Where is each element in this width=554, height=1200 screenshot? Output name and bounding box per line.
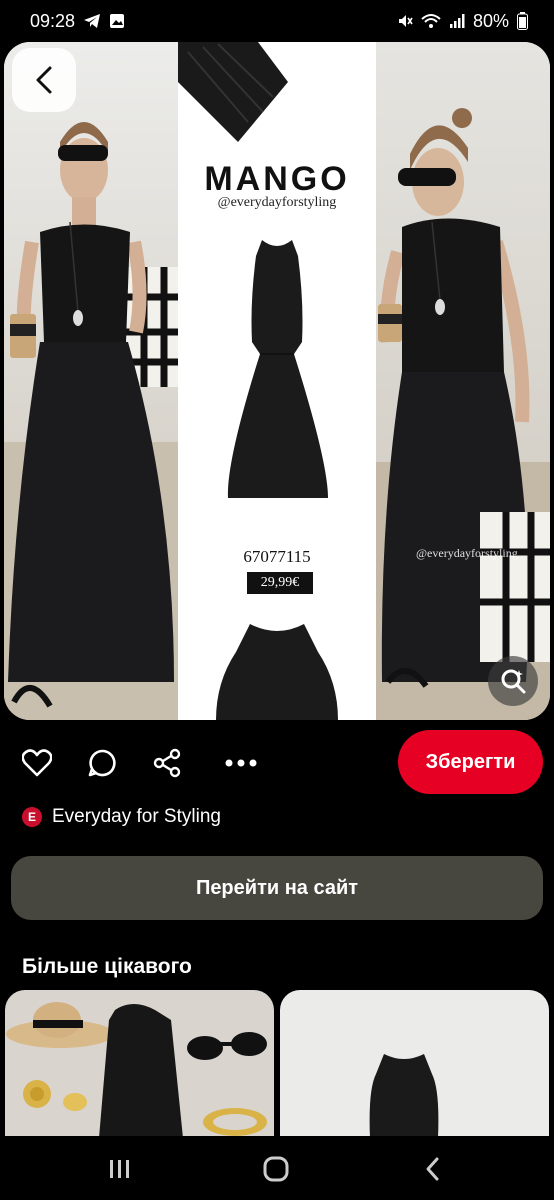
comment-icon[interactable] bbox=[85, 746, 119, 780]
status-right: 80% bbox=[397, 11, 528, 32]
more-icon[interactable] bbox=[224, 746, 258, 780]
creator-name[interactable]: Everyday for Styling bbox=[52, 806, 221, 828]
heart-icon[interactable] bbox=[20, 746, 54, 780]
creator-avatar: E bbox=[22, 807, 42, 827]
related-pin-card[interactable] bbox=[5, 990, 274, 1138]
home-icon[interactable] bbox=[256, 1154, 296, 1184]
telegram-icon bbox=[83, 13, 101, 29]
status-left: 09:28 bbox=[30, 11, 125, 32]
status-bar: 09:28 80% bbox=[0, 0, 554, 42]
battery-icon bbox=[517, 12, 528, 30]
more-section-title: Більше цікавого bbox=[22, 955, 192, 978]
mute-icon bbox=[397, 13, 413, 29]
wifi-icon bbox=[421, 13, 441, 29]
product-code: 67077115 bbox=[243, 547, 311, 566]
pin-watermark: @everydayforstyling bbox=[416, 546, 518, 560]
gallery-icon bbox=[109, 13, 125, 29]
pin-image[interactable]: MANGO @everydayforstyling 67077115 29,99… bbox=[4, 42, 550, 720]
creator-row[interactable]: E Everyday for Styling bbox=[22, 806, 221, 828]
system-nav-bar bbox=[0, 1136, 554, 1200]
photo-left bbox=[4, 42, 178, 720]
visual-search-button[interactable] bbox=[488, 656, 538, 706]
brand-logo: MANGO bbox=[204, 160, 350, 198]
pin-handle: @everydayforstyling bbox=[217, 195, 337, 210]
photo-right bbox=[376, 42, 550, 720]
action-row: Зберегти bbox=[0, 730, 554, 796]
visit-site-button[interactable]: Перейти на сайт bbox=[11, 856, 543, 920]
chevron-left-icon bbox=[36, 66, 52, 94]
price-tag: 29,99€ bbox=[247, 572, 313, 594]
save-button[interactable]: Зберегти bbox=[398, 730, 543, 794]
signal-icon bbox=[449, 13, 465, 29]
battery-percent: 80% bbox=[472, 10, 509, 31]
product-panel: MANGO @everydayforstyling 67077115 29,99… bbox=[178, 42, 376, 720]
status-time: 09:28 bbox=[30, 10, 76, 31]
related-pin-card[interactable] bbox=[280, 990, 549, 1138]
back-icon[interactable] bbox=[412, 1154, 452, 1184]
share-icon[interactable] bbox=[150, 746, 184, 780]
recent-apps-icon[interactable] bbox=[100, 1154, 140, 1184]
back-button[interactable] bbox=[12, 48, 76, 112]
lens-search-icon bbox=[501, 669, 526, 694]
